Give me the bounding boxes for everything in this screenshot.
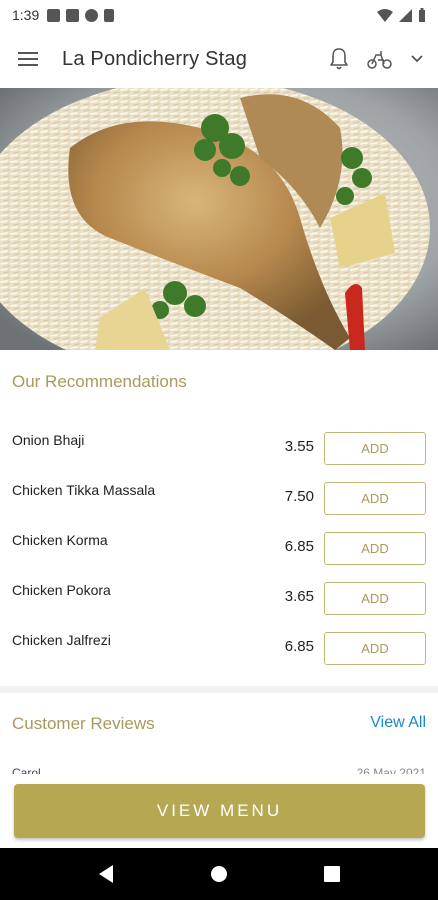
status-icons-left bbox=[47, 8, 115, 22]
add-button[interactable]: ADD bbox=[324, 632, 426, 665]
home-icon[interactable] bbox=[199, 854, 239, 894]
list-item: Chicken Tikka Massala 7.50 ADD bbox=[0, 470, 438, 520]
section-divider bbox=[0, 686, 438, 693]
item-name: Onion Bhaji bbox=[12, 432, 85, 448]
item-name: Chicken Korma bbox=[12, 532, 108, 548]
reviews-title: Customer Reviews bbox=[12, 714, 155, 733]
wifi-icon bbox=[377, 8, 393, 22]
chevron-down-icon[interactable] bbox=[410, 54, 424, 64]
app-actions bbox=[328, 47, 424, 71]
app-bar: La Pondicherry Stag bbox=[0, 30, 438, 88]
back-icon[interactable] bbox=[86, 854, 126, 894]
add-button[interactable]: ADD bbox=[324, 482, 426, 515]
menu-icon[interactable] bbox=[18, 47, 42, 71]
restaurant-title: La Pondicherry Stag bbox=[62, 47, 248, 70]
list-item: Chicken Jalfrezi 6.85 ADD bbox=[0, 620, 438, 670]
recommendations-title: Our Recommendations bbox=[12, 372, 187, 391]
add-button[interactable]: ADD bbox=[324, 532, 426, 565]
item-price: 3.65 bbox=[284, 588, 314, 605]
hero-food-image bbox=[0, 88, 438, 350]
item-price: 7.50 bbox=[284, 488, 314, 505]
item-price: 6.85 bbox=[284, 538, 314, 555]
item-price: 6.85 bbox=[284, 638, 314, 655]
signal-icon bbox=[399, 8, 412, 22]
item-name: Chicken Pokora bbox=[12, 582, 111, 598]
list-item: Chicken Pokora 3.65 ADD bbox=[0, 570, 438, 620]
list-item: Chicken Korma 6.85 ADD bbox=[0, 520, 438, 570]
circle-app-icon bbox=[85, 8, 99, 22]
cta-container: VIEW MENU bbox=[0, 774, 438, 848]
status-icons-right bbox=[377, 8, 426, 22]
sim-icon bbox=[104, 8, 115, 22]
gmail-icon bbox=[47, 8, 61, 22]
bell-icon[interactable] bbox=[328, 47, 350, 71]
recommendations-list: Onion Bhaji 3.55 ADD Chicken Tikka Massa… bbox=[0, 420, 438, 670]
system-nav-bar bbox=[0, 848, 438, 900]
scooter-icon[interactable] bbox=[366, 49, 394, 69]
status-time: 1:39 bbox=[12, 7, 40, 23]
view-all-link[interactable]: View All bbox=[370, 714, 426, 732]
item-name: Chicken Jalfrezi bbox=[12, 632, 111, 648]
photo-icon bbox=[66, 8, 80, 22]
item-price: 3.55 bbox=[284, 438, 314, 455]
item-name: Chicken Tikka Massala bbox=[12, 482, 156, 498]
recents-icon[interactable] bbox=[312, 854, 352, 894]
add-button[interactable]: ADD bbox=[324, 432, 426, 465]
add-button[interactable]: ADD bbox=[324, 582, 426, 615]
status-bar: 1:39 bbox=[0, 0, 438, 30]
list-item: Onion Bhaji 3.55 ADD bbox=[0, 420, 438, 470]
battery-icon bbox=[419, 8, 425, 22]
view-menu-button[interactable]: VIEW MENU bbox=[14, 784, 425, 838]
